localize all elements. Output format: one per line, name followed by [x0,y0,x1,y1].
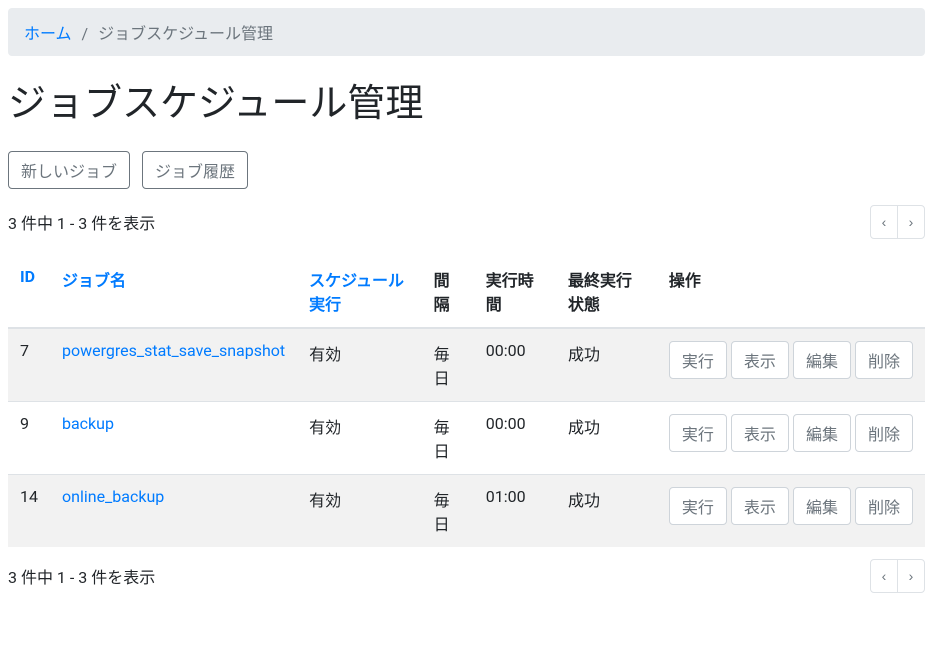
pager-next-button-bottom[interactable]: › [897,559,925,593]
table-row: 9 backup 有効毎日00:00成功実行表示編集削除 [8,402,925,475]
delete-button[interactable]: 削除 [855,487,913,525]
cell-schedule-exec: 有効 [297,402,421,475]
cell-job-name: online_backup [50,475,297,548]
new-job-button[interactable]: 新しいジョブ [8,151,130,189]
edit-button[interactable]: 編集 [793,487,851,525]
edit-button[interactable]: 編集 [793,414,851,452]
show-button[interactable]: 表示 [731,341,789,379]
table-row: 14 online_backup 有効毎日01:00成功実行表示編集削除 [8,475,925,548]
summary-text-bottom: 3 件中 1 - 3 件を表示 [8,564,155,588]
summary-text: 3 件中 1 - 3 件を表示 [8,210,155,234]
header-schedule-exec: スケジュール実行 [297,255,421,328]
table-row: 7 powergres_stat_save_snapshot 有効毎日00:00成功… [8,328,925,402]
pager-next-button[interactable]: › [897,205,925,239]
cell-id: 14 [8,475,50,548]
cell-exec-time: 01:00 [474,475,556,548]
cell-interval: 毎日 [422,402,474,475]
cell-actions: 実行表示編集削除 [657,328,925,402]
job-name-link[interactable]: powergres_stat_save_snapshot [62,341,285,360]
sort-id-link[interactable]: ID [20,267,35,286]
pager-prev-button-bottom[interactable]: ‹ [870,559,898,593]
breadcrumb-home-link[interactable]: ホーム [24,24,72,43]
cell-interval: 毎日 [422,328,474,402]
sort-job-name-link[interactable]: ジョブ名 [62,271,126,290]
cell-job-name: backup [50,402,297,475]
cell-exec-time: 00:00 [474,402,556,475]
jobs-table: ID ジョブ名 スケジュール実行 間隔 実行時間 最終実行状態 操作 7 powe… [8,255,925,547]
cell-last-status: 成功 [556,402,657,475]
run-button[interactable]: 実行 [669,487,727,525]
cell-actions: 実行表示編集削除 [657,475,925,548]
show-button[interactable]: 表示 [731,487,789,525]
run-button[interactable]: 実行 [669,414,727,452]
header-exec-time: 実行時間 [474,255,556,328]
table-header-row: ID ジョブ名 スケジュール実行 間隔 実行時間 最終実行状態 操作 [8,255,925,328]
header-job-name: ジョブ名 [50,255,297,328]
toolbar: 新しいジョブ ジョブ履歴 [8,151,925,189]
cell-interval: 毎日 [422,475,474,548]
cell-schedule-exec: 有効 [297,328,421,402]
breadcrumb-separator: / [82,24,89,43]
pagination-top: 3 件中 1 - 3 件を表示 ‹ › [8,205,925,239]
header-actions: 操作 [657,255,925,328]
page-title: ジョブスケジュール管理 [8,72,925,127]
header-id: ID [8,255,50,328]
cell-actions: 実行表示編集削除 [657,402,925,475]
job-name-link[interactable]: online_backup [62,487,164,506]
cell-id: 9 [8,402,50,475]
cell-last-status: 成功 [556,475,657,548]
delete-button[interactable]: 削除 [855,341,913,379]
cell-id: 7 [8,328,50,402]
cell-exec-time: 00:00 [474,328,556,402]
cell-job-name: powergres_stat_save_snapshot [50,328,297,402]
pagination-bottom: 3 件中 1 - 3 件を表示 ‹ › [8,559,925,593]
pager-prev-button[interactable]: ‹ [870,205,898,239]
breadcrumb-current: ジョブスケジュール管理 [98,24,273,43]
delete-button[interactable]: 削除 [855,414,913,452]
pager-top: ‹ › [870,205,925,239]
job-name-link[interactable]: backup [62,414,114,433]
cell-last-status: 成功 [556,328,657,402]
edit-button[interactable]: 編集 [793,341,851,379]
pager-bottom: ‹ › [870,559,925,593]
header-interval: 間隔 [422,255,474,328]
sort-schedule-exec-link[interactable]: スケジュール実行 [309,271,404,314]
job-history-button[interactable]: ジョブ履歴 [142,151,248,189]
cell-schedule-exec: 有効 [297,475,421,548]
run-button[interactable]: 実行 [669,341,727,379]
header-last-status: 最終実行状態 [556,255,657,328]
breadcrumb: ホーム / ジョブスケジュール管理 [8,8,925,56]
show-button[interactable]: 表示 [731,414,789,452]
